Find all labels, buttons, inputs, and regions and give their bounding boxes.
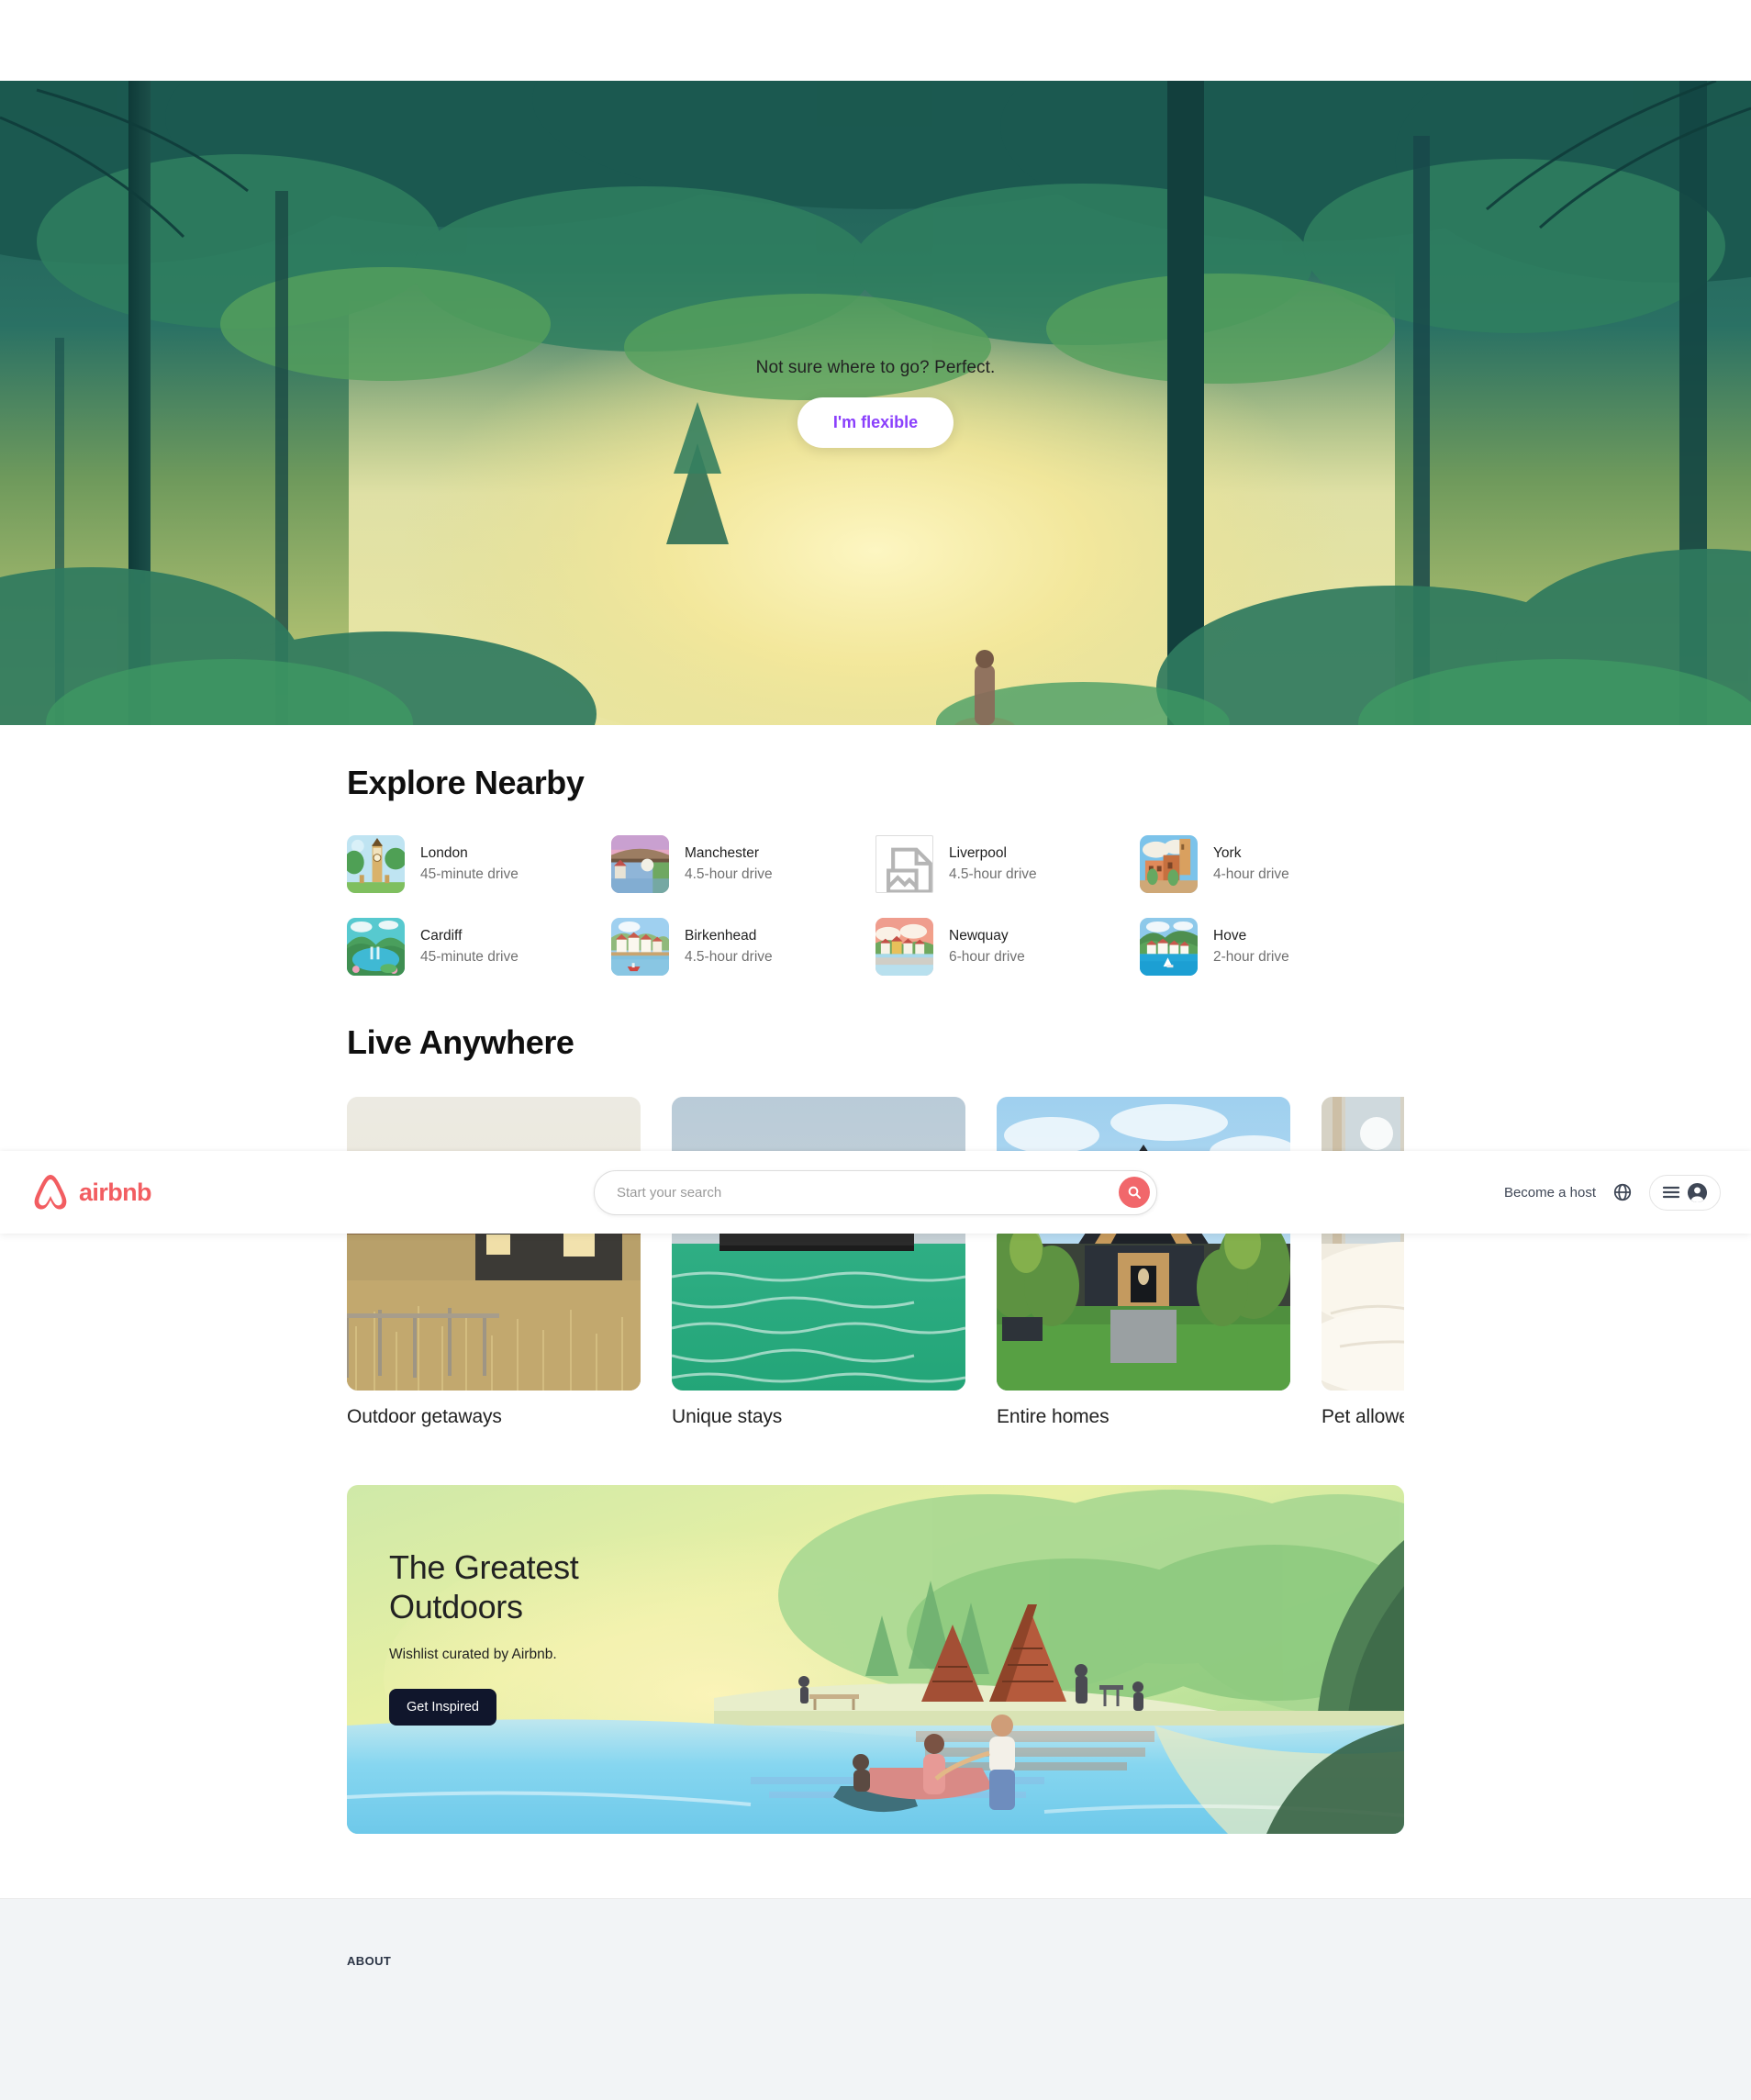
banner-title: The Greatest Outdoors — [389, 1547, 579, 1626]
nearby-item-newquay[interactable]: Newquay 6-hour drive — [876, 918, 1140, 976]
nearby-name: Birkenhead — [685, 928, 757, 944]
nearby-distance: 4-hour drive — [1213, 866, 1289, 882]
old-town-thumbnail-icon — [1140, 835, 1198, 893]
explore-nearby-title: Explore Nearby — [347, 764, 585, 801]
nearby-name: York — [1213, 845, 1242, 861]
im-flexible-button[interactable]: I'm flexible — [797, 397, 954, 448]
explore-nearby-grid: London 45-minute drive Manchester 4.5-ho… — [347, 835, 1404, 976]
nearby-name: Cardiff — [420, 928, 463, 944]
nearby-name: Liverpool — [949, 845, 1007, 861]
banner-title-line2: Outdoors — [389, 1588, 523, 1626]
nearby-distance: 45-minute drive — [420, 949, 519, 965]
lake-hills-thumbnail-icon — [347, 918, 405, 976]
navbar-search-area — [594, 1169, 1157, 1215]
hero-caption: Not sure where to go? Perfect. — [755, 358, 996, 377]
language-globe-button[interactable] — [1612, 1182, 1633, 1202]
nearby-distance: 4.5-hour drive — [949, 866, 1037, 882]
live-card-entire-homes[interactable]: Entire homes — [997, 1097, 1290, 1428]
explore-nearby-section: Explore Nearby London 45-minute drive Ma… — [347, 725, 1404, 976]
banner-title-line1: The Greatest — [389, 1548, 579, 1586]
top-navbar: airbnb Become a host — [0, 1151, 1751, 1234]
footer-column-title-about: ABOUT — [347, 1954, 392, 1968]
user-avatar-icon — [1687, 1182, 1708, 1202]
globe-icon — [1613, 1183, 1632, 1201]
nearby-distance: 4.5-hour drive — [685, 866, 773, 882]
search-input[interactable] — [617, 1184, 1119, 1201]
navbar-right-actions: Become a host — [1504, 1174, 1721, 1211]
nearby-name: London — [420, 845, 468, 861]
live-card-label: Unique stays — [672, 1406, 783, 1427]
live-card-label: Outdoor getaways — [347, 1406, 502, 1427]
get-inspired-button[interactable]: Get Inspired — [389, 1689, 496, 1726]
live-card-label: Entire homes — [997, 1406, 1110, 1427]
live-card-outdoor-getaways[interactable]: Outdoor getaways — [347, 1097, 641, 1428]
seaside-thumbnail-icon — [876, 918, 933, 976]
search-submit-button[interactable] — [1119, 1177, 1150, 1208]
airbnb-wordmark: airbnb — [79, 1178, 152, 1206]
big-ben-thumbnail-icon — [347, 835, 405, 893]
search-icon — [1128, 1186, 1141, 1199]
nearby-distance: 45-minute drive — [420, 866, 519, 882]
nearby-item-liverpool[interactable]: Liverpool 4.5-hour drive — [876, 835, 1140, 893]
nearby-name: Manchester — [685, 845, 759, 861]
greatest-outdoors-section: The Greatest Outdoors Wishlist curated b… — [347, 1428, 1404, 1898]
nearby-distance: 4.5-hour drive — [685, 949, 773, 965]
greatest-outdoors-banner[interactable]: The Greatest Outdoors Wishlist curated b… — [347, 1485, 1404, 1834]
nearby-distance: 2-hour drive — [1213, 949, 1289, 965]
user-menu-button[interactable] — [1649, 1174, 1721, 1211]
search-bar[interactable] — [594, 1169, 1157, 1215]
a-frame-house-with-lawn-photo — [997, 1097, 1290, 1391]
bay-village-thumbnail-icon — [1140, 918, 1198, 976]
harbour-thumbnail-icon — [611, 918, 669, 976]
nearby-item-cardiff[interactable]: Cardiff 45-minute drive — [347, 918, 611, 976]
hero-section: Not sure where to go? Perfect. I'm flexi… — [0, 81, 1751, 725]
airbnb-bowtie-logo-icon — [34, 1175, 67, 1210]
airbnb-logo[interactable]: airbnb — [30, 1171, 152, 1213]
become-a-host-link[interactable]: Become a host — [1504, 1185, 1596, 1201]
nearby-item-hove[interactable]: Hove 2-hour drive — [1140, 918, 1404, 976]
page-content: Explore Nearby London 45-minute drive Ma… — [0, 725, 1751, 2100]
nearby-item-london[interactable]: London 45-minute drive — [347, 835, 611, 893]
live-card-label: Pet allowed — [1322, 1406, 1404, 1427]
nearby-item-manchester[interactable]: Manchester 4.5-hour drive — [611, 835, 876, 893]
live-anywhere-title: Live Anywhere — [347, 1023, 574, 1061]
live-card-pet-allowed[interactable]: Pet allowed — [1322, 1097, 1404, 1428]
nearby-name: Hove — [1213, 928, 1247, 944]
hamburger-icon — [1662, 1186, 1680, 1199]
nearby-name: Newquay — [949, 928, 1009, 944]
banner-subtitle: Wishlist curated by Airbnb. — [389, 1647, 557, 1663]
bridge-thumbnail-icon — [611, 835, 669, 893]
live-anywhere-carousel[interactable]: Outdoor getaways Unique stays Entire hom… — [347, 1097, 1404, 1428]
banner-copy: The Greatest Outdoors Wishlist curated b… — [389, 1547, 579, 1726]
nearby-distance: 6-hour drive — [949, 949, 1025, 965]
bed-with-dog-photo — [1322, 1097, 1404, 1391]
hero-overlay: Not sure where to go? Perfect. I'm flexi… — [0, 81, 1751, 725]
broken-image-icon — [876, 835, 933, 893]
site-footer: ABOUT — [0, 1898, 1751, 2100]
nearby-item-york[interactable]: York 4-hour drive — [1140, 835, 1404, 893]
live-card-unique-stays[interactable]: Unique stays — [672, 1097, 965, 1428]
cabin-in-dry-grass-photo — [347, 1097, 641, 1391]
floating-house-on-green-water-photo — [672, 1097, 965, 1391]
nearby-item-birkenhead[interactable]: Birkenhead 4.5-hour drive — [611, 918, 876, 976]
